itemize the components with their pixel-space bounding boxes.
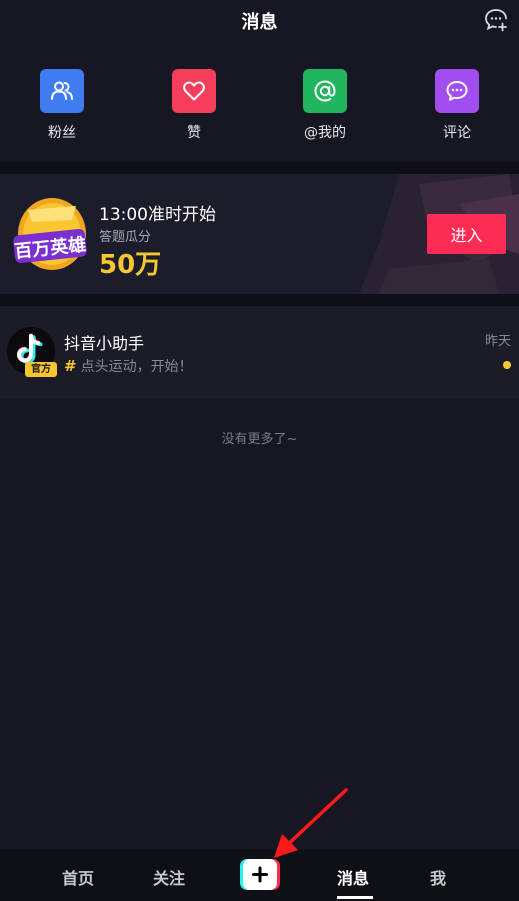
new-chat-icon[interactable] (483, 7, 509, 33)
million-hero-logo: 百万英雄 (13, 198, 87, 270)
quick-action-label: 粉丝 (48, 125, 76, 141)
banner-start-time: 13:00准时开始 (99, 205, 216, 225)
comment-icon (435, 69, 479, 113)
quick-actions-row: 粉丝 赞 @我的 评论 (0, 66, 519, 146)
message-sender-name: 抖音小助手 (64, 334, 145, 353)
active-tab-indicator (337, 896, 373, 899)
avatar: 官方 (7, 327, 57, 377)
heart-icon (172, 69, 216, 113)
top-bar: 消息 (0, 0, 519, 40)
at-icon (303, 69, 347, 113)
official-badge: 官方 (25, 362, 57, 377)
quick-action-comments[interactable]: 评论 (422, 66, 492, 142)
message-preview: # 点头运动，开始！ (64, 356, 193, 376)
live-quiz-banner[interactable]: 百万英雄 13:00准时开始 答题瓜分 50万 进入 (0, 174, 519, 294)
unread-dot (503, 361, 511, 369)
nav-follow[interactable]: 关注 (153, 865, 185, 889)
message-preview-text: 点头运动，开始！ (80, 359, 193, 375)
hashtag-icon: # (64, 357, 77, 375)
create-video-button[interactable] (240, 859, 280, 890)
fans-icon (40, 69, 84, 113)
quick-action-mentions[interactable]: @我的 (290, 66, 360, 142)
quick-action-label: 评论 (443, 125, 471, 141)
page-title: 消息 (241, 12, 278, 33)
quick-action-label: 赞 (187, 125, 201, 141)
nav-home[interactable]: 首页 (62, 865, 94, 889)
list-item[interactable]: 官方 抖音小助手 # 点头运动，开始！ 昨天 (0, 306, 519, 398)
banner-subtitle: 答题瓜分 (99, 230, 152, 245)
banner-prize: 50万 (99, 250, 162, 280)
section-divider (0, 294, 519, 306)
nav-messages[interactable]: 消息 (337, 865, 369, 889)
section-divider (0, 162, 519, 174)
enter-button[interactable]: 进入 (427, 214, 506, 254)
message-time: 昨天 (484, 334, 511, 349)
quick-action-fans[interactable]: 粉丝 (27, 66, 97, 142)
bottom-nav: 首页 关注 消息 我 (0, 849, 519, 901)
list-end-text: 没有更多了~ (221, 432, 298, 447)
nav-me[interactable]: 我 (430, 865, 446, 889)
quick-action-label: @我的 (304, 125, 346, 141)
quick-action-likes[interactable]: 赞 (159, 66, 229, 142)
